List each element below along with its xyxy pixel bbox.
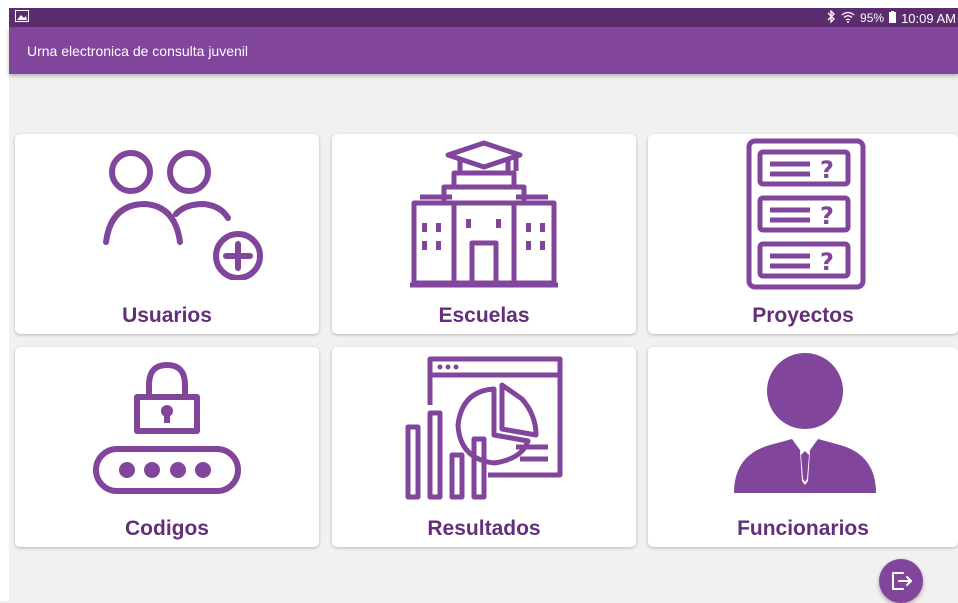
resultados-card[interactable]: Resultados <box>332 347 636 547</box>
battery-percent: 95% <box>860 11 885 25</box>
app-title: Urna electronica de consulta juvenil <box>27 43 249 59</box>
image-icon <box>15 10 29 25</box>
codigos-card[interactable]: Codigos <box>15 347 319 547</box>
lock-code-icon <box>93 362 241 494</box>
logout-icon <box>892 572 912 590</box>
official-person-icon <box>734 353 876 493</box>
proyectos-card[interactable]: ? ? ? Proyectos <box>648 134 958 334</box>
escuelas-card[interactable]: Escuelas <box>332 134 636 334</box>
app-bar: Urna electronica de consulta juvenil <box>9 27 958 74</box>
codigos-label: Codigos <box>125 517 209 540</box>
question-list-icon: ? ? ? <box>746 138 866 290</box>
school-building-icon <box>410 140 558 288</box>
bluetooth-icon <box>827 9 836 26</box>
funcionarios-label: Funcionarios <box>737 517 869 540</box>
usuarios-label: Usuarios <box>122 304 212 327</box>
wifi-icon <box>841 11 855 26</box>
funcionarios-card[interactable]: Funcionarios <box>648 347 958 547</box>
svg-text:?: ? <box>820 202 834 230</box>
svg-text:?: ? <box>820 248 834 276</box>
clock: 10:09 AM <box>901 10 956 26</box>
battery-icon <box>889 10 897 26</box>
usuarios-card[interactable]: Usuarios <box>15 134 319 334</box>
device-frame-top <box>0 0 958 8</box>
device-frame-left <box>0 0 9 601</box>
logout-button[interactable] <box>879 559 923 603</box>
escuelas-label: Escuelas <box>438 304 530 327</box>
add-users-icon <box>103 150 263 280</box>
status-bar: 95% 10:09 AM <box>9 8 958 27</box>
proyectos-label: Proyectos <box>752 304 854 327</box>
resultados-label: Resultados <box>427 517 541 540</box>
results-chart-icon <box>405 356 563 500</box>
svg-text:?: ? <box>820 156 834 184</box>
